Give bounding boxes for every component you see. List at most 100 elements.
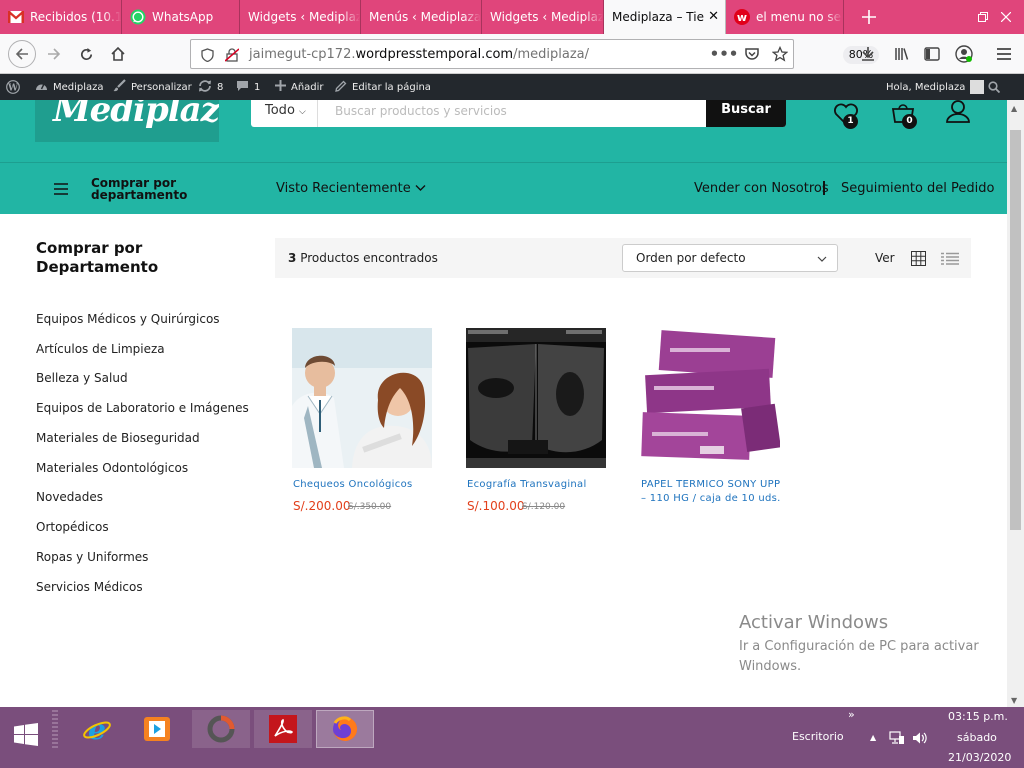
wishlist-heart-icon[interactable]: 1 — [832, 100, 860, 129]
tab-whatsapp[interactable]: WhatsApp — [122, 0, 240, 34]
tab-label: WhatsApp — [152, 10, 214, 24]
windows-taskbar: e » Escritorio ▲ 03:15 p.m. sábado 21/03… — [0, 707, 1024, 768]
sidebar-item[interactable]: Novedades — [36, 490, 103, 504]
sidebar-item[interactable]: Materiales Odontológicos — [36, 461, 188, 475]
insecure-lock-icon[interactable] — [224, 47, 240, 66]
admin-comments-link[interactable]: 1 — [236, 74, 260, 100]
library-icon[interactable] — [890, 42, 914, 66]
home-icon[interactable] — [106, 42, 130, 66]
scrollbar-thumb[interactable] — [1010, 130, 1021, 530]
sidebar-item[interactable]: Materiales de Bioseguridad — [36, 431, 200, 445]
media-player-icon[interactable] — [128, 710, 186, 748]
tab-menu-question[interactable]: w el menu no se — [726, 0, 844, 34]
url-bar[interactable]: jaimegut-cp172.wordpresstemporal.com/med… — [190, 39, 879, 69]
tab-mediplaza-active[interactable]: Mediplaza – Tie ✕ — [604, 0, 726, 34]
sidebar-icon[interactable] — [920, 42, 944, 66]
wordpress-logo-icon[interactable]: W — [6, 74, 20, 100]
chevron-down-icon: ⌵ — [299, 107, 306, 117]
user-account-icon[interactable] — [944, 100, 972, 128]
clock-date[interactable]: 21/03/2020 — [948, 751, 1011, 764]
product-image[interactable] — [466, 328, 606, 468]
close-tab-icon[interactable]: ✕ — [708, 9, 719, 24]
downloads-icon[interactable] — [856, 42, 880, 66]
product-card[interactable]: PAPEL TERMICO SONY UPP – 110 HG / caja d… — [640, 328, 782, 504]
product-search-form: Todo ⌵ Buscar productos y servicios Busc… — [251, 100, 786, 127]
show-hidden-toolbars-icon[interactable]: » — [848, 708, 855, 721]
pocket-icon[interactable] — [740, 42, 764, 66]
volume-icon[interactable] — [912, 730, 928, 749]
activate-windows-subtitle: Ir a Configuración de PC para activar Wi… — [739, 639, 979, 674]
activate-windows-title: Activar Windows — [739, 612, 889, 633]
sidebar-item[interactable]: Servicios Médicos — [36, 580, 143, 594]
bookmark-star-icon[interactable] — [768, 42, 792, 66]
firefox-icon[interactable] — [316, 710, 374, 748]
search-button[interactable]: Buscar — [706, 100, 786, 127]
order-tracking-link[interactable]: Seguimiento del Pedido — [841, 181, 995, 196]
product-title[interactable]: PAPEL TERMICO SONY UPP – 110 HG / caja d… — [641, 478, 781, 506]
product-title[interactable]: Chequeos Oncológicos — [293, 478, 433, 492]
sidebar-item[interactable]: Belleza y Salud — [36, 371, 128, 385]
scroll-down-arrow-icon[interactable]: ▼ — [1011, 696, 1017, 705]
internet-explorer-icon[interactable]: e — [68, 710, 126, 748]
tab-gmail[interactable]: Recibidos (10.1 — [0, 0, 122, 34]
admin-search-icon[interactable] — [988, 74, 1000, 100]
department-menu-toggle[interactable]: Comprar por departamento — [54, 177, 214, 205]
product-old-price: S/.120.00 — [522, 502, 566, 512]
desktop-toolbar[interactable]: Escritorio — [792, 730, 844, 743]
admin-customize-link[interactable]: Personalizar — [113, 74, 192, 100]
site-logo[interactable]: Mediplaza — [35, 100, 219, 142]
browser-tab-bar: Recibidos (10.1 WhatsApp Widgets ‹ Medip… — [0, 0, 1024, 34]
recently-viewed-menu[interactable]: Visto Recientemente — [276, 181, 426, 196]
page-actions-icon[interactable]: ••• — [710, 42, 739, 66]
sidebar-item[interactable]: Equipos de Laboratorio e Imágenes — [36, 401, 249, 415]
admin-edit-page-link[interactable]: Editar la página — [335, 74, 431, 100]
cortana-app-icon[interactable] — [192, 710, 250, 748]
orderby-select[interactable]: Orden por defecto — [622, 244, 838, 272]
clock-time[interactable]: 03:15 p.m. — [948, 710, 1008, 723]
product-image[interactable] — [640, 328, 780, 468]
sidebar-item[interactable]: Ropas y Uniformes — [36, 550, 148, 564]
svg-text:w: w — [737, 11, 747, 24]
clock-day[interactable]: sábado — [957, 731, 997, 744]
back-icon[interactable] — [8, 40, 36, 68]
admin-updates-link[interactable]: 8 — [198, 74, 223, 100]
sidebar-item[interactable]: Artículos de Limpieza — [36, 342, 165, 356]
scroll-up-arrow-icon[interactable]: ▲ — [1011, 104, 1017, 113]
product-image[interactable] — [292, 328, 432, 468]
new-tab-icon[interactable] — [846, 0, 892, 34]
sidebar-item[interactable]: Ortopédicos — [36, 520, 109, 534]
hamburger-menu-icon[interactable] — [992, 42, 1016, 66]
search-category-select[interactable]: Todo ⌵ — [265, 103, 306, 118]
grid-view-icon[interactable] — [911, 251, 926, 266]
admin-add-new-link[interactable]: Añadir — [275, 74, 324, 100]
tab-widgets-2[interactable]: Widgets ‹ Mediplaz — [482, 0, 604, 34]
menu-bars-icon — [54, 183, 68, 195]
sell-with-us-link[interactable]: Vender con Nosotros — [694, 181, 829, 196]
sidebar-title: Comprar por Departamento — [36, 239, 159, 276]
tab-menus[interactable]: Menús ‹ Mediplaza — [361, 0, 482, 34]
cart-bag-icon[interactable]: 0 — [889, 100, 917, 129]
product-card[interactable]: Chequeos Oncológicos S/.200.00 S/.350.00 — [292, 328, 434, 513]
view-label: Ver — [875, 251, 895, 265]
forward-icon[interactable] — [42, 42, 66, 66]
windows-start-icon[interactable] — [0, 716, 52, 754]
page-scrollbar[interactable]: ▲ ▼ — [1007, 100, 1024, 707]
acrobat-reader-icon[interactable] — [254, 710, 312, 748]
admin-account-link[interactable]: Hola, Mediplaza — [886, 74, 985, 100]
network-icon[interactable] — [889, 730, 905, 749]
close-window-icon[interactable] — [988, 0, 1024, 34]
sidebar-item[interactable]: Equipos Médicos y Quirúrgicos — [36, 312, 220, 326]
tab-widgets-1[interactable]: Widgets ‹ Mediplaz — [240, 0, 361, 34]
admin-site-link[interactable]: Mediplaza — [35, 74, 104, 100]
product-card[interactable]: Ecografía Transvaginal S/.100.00 S/.120.… — [466, 328, 608, 513]
list-view-icon[interactable] — [941, 252, 959, 266]
cart-count-badge: 0 — [902, 114, 917, 129]
dashboard-icon — [35, 80, 48, 94]
search-input[interactable]: Buscar productos y servicios — [335, 104, 507, 118]
tray-expand-icon[interactable]: ▲ — [870, 733, 876, 742]
site-header: Mediplaza Todo ⌵ Buscar productos y serv… — [0, 100, 1007, 214]
product-title[interactable]: Ecografía Transvaginal — [467, 478, 607, 492]
reload-icon[interactable] — [74, 42, 98, 66]
shield-icon[interactable] — [201, 47, 214, 66]
account-icon[interactable] — [952, 42, 976, 66]
